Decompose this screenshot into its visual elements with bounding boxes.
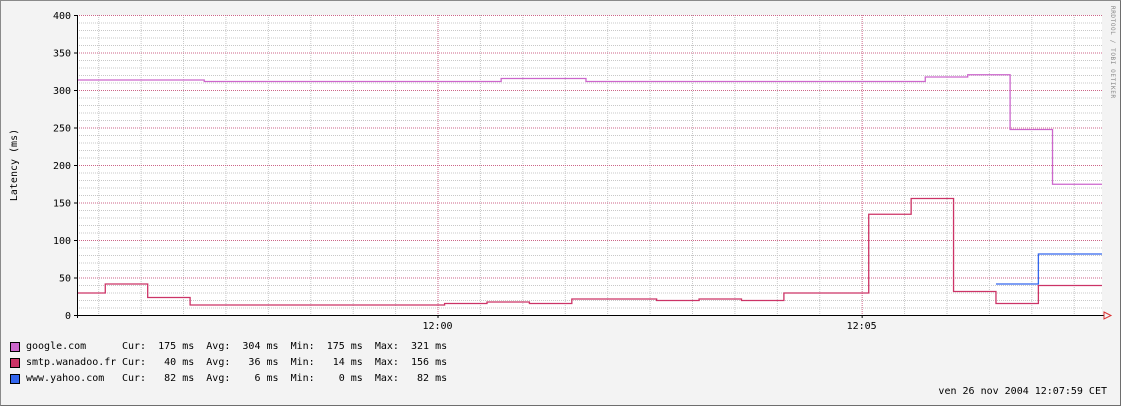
y-tick-label: 0 — [65, 311, 71, 322]
legend: google.com Cur: 175 ms Avg: 304 ms Min: 1… — [10, 339, 447, 387]
y-tick-label: 350 — [53, 49, 71, 60]
y-tick-label: 50 — [59, 274, 71, 285]
y-tick-label: 250 — [53, 124, 71, 135]
y-tick-label: 200 — [53, 161, 71, 172]
legend-swatch — [10, 342, 20, 352]
y-axis-label: Latency (ms) — [9, 129, 20, 201]
legend-item: smtp.wanadoo.fr Cur: 40 ms Avg: 36 ms Min… — [10, 355, 447, 371]
legend-stats: Cur: 175 ms Avg: 304 ms Min: 175 ms Max:… — [122, 341, 448, 352]
legend-series-name: google.com — [26, 341, 87, 352]
x-tick-label: 12:00 — [422, 321, 452, 332]
legend-series-name: www.yahoo.com — [26, 373, 105, 384]
grid — [77, 15, 1102, 315]
legend-item: google.com Cur: 175 ms Avg: 304 ms Min: 1… — [10, 339, 447, 355]
y-tick-label: 100 — [53, 236, 71, 247]
legend-swatch — [10, 374, 20, 384]
y-tick-label: 150 — [53, 199, 71, 210]
y-tick-label: 400 — [53, 11, 71, 22]
y-tick-label: 300 — [53, 86, 71, 97]
legend-stats: Cur: 82 ms Avg: 6 ms Min: 0 ms Max: 82 m… — [122, 373, 448, 384]
watermark: RRDTOOL / TOBI OETIKER — [1109, 6, 1116, 99]
x-axis-arrow — [1103, 311, 1113, 320]
timestamp: ven 26 nov 2004 12:07:59 CET — [938, 386, 1107, 397]
legend-stats: Cur: 40 ms Avg: 36 ms Min: 14 ms Max: 15… — [122, 357, 448, 368]
legend-swatch — [10, 358, 20, 368]
legend-item: www.yahoo.com Cur: 82 ms Avg: 6 ms Min: 0… — [10, 371, 447, 387]
legend-series-name: smtp.wanadoo.fr — [26, 357, 117, 368]
x-tick-label: 12:05 — [847, 321, 877, 332]
